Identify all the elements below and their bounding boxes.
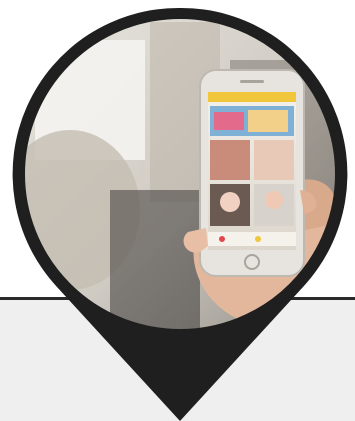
- map-pin-photo-icon: [12, 7, 348, 421]
